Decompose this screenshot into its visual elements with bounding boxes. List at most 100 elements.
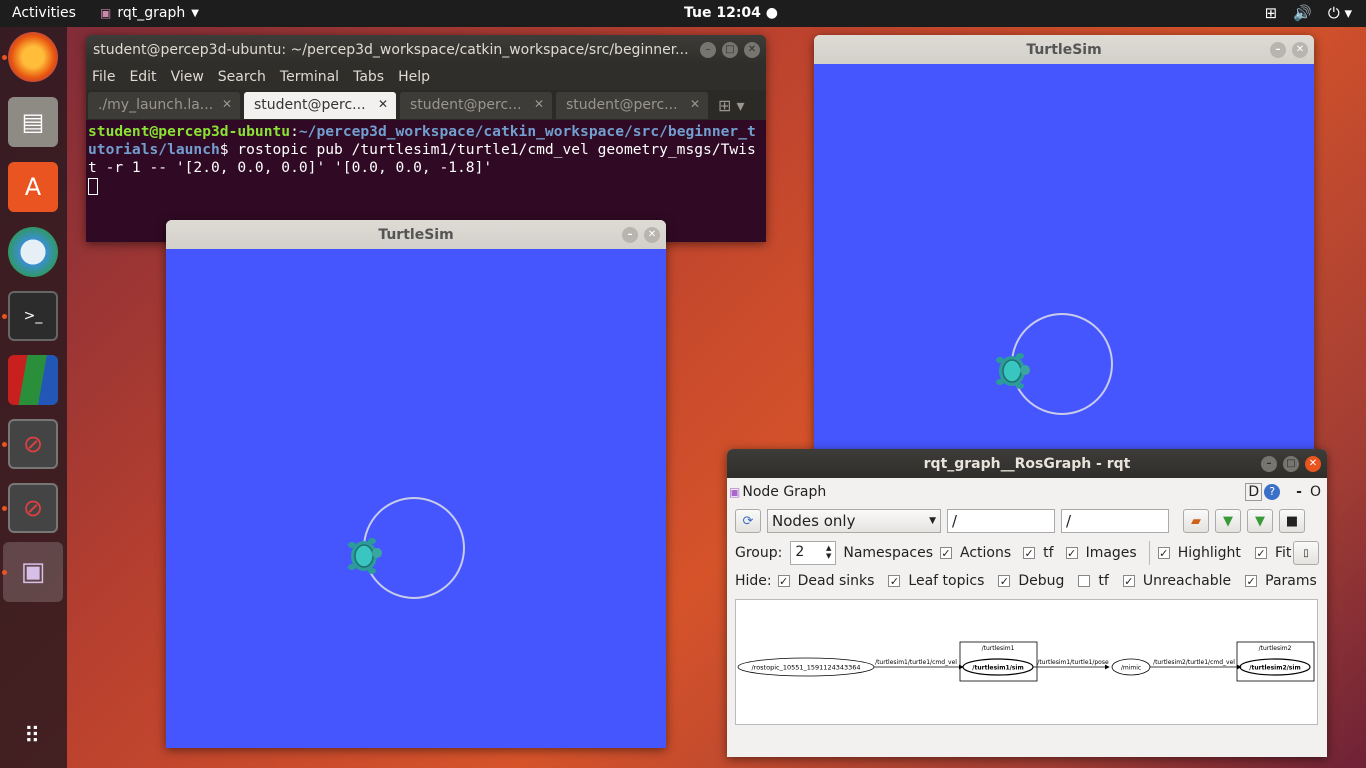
minimize-button[interactable]: – [1270, 42, 1286, 58]
graph-namespace-turtlesim2[interactable]: /turtlesim2 /turtlesim2/sim [1236, 641, 1315, 682]
menu-help[interactable]: Help [398, 69, 430, 85]
group-row: Group: 2 ▲ ▼ Namespaces ✓ Actions ✓ tf ✓ Imag… [735, 541, 1319, 565]
highlight-label: Highlight [1177, 545, 1241, 561]
turtlesim-titlebar[interactable]: TurtleSim – ✕ [814, 35, 1314, 64]
separator [1148, 541, 1150, 565]
terminal-titlebar[interactable]: student@percep3d-ubuntu: ~/percep3d_work… [86, 35, 766, 64]
save-dot-button[interactable]: ▼ [1215, 509, 1241, 533]
save-svg-button[interactable]: ▼ [1247, 509, 1273, 533]
rqt-icon: ▣ [729, 485, 741, 499]
help-icon[interactable]: ? [1264, 484, 1281, 500]
terminal-tabs: ./my_launch.la... ✕ student@perc... ✕ stud… [86, 90, 766, 120]
rqt-titlebar[interactable]: rqt_graph__RosGraph - rqt – □ ✕ [727, 449, 1327, 478]
stripes-icon[interactable] [8, 355, 58, 405]
tf-label: tf [1043, 545, 1054, 561]
minimize-plugin-button[interactable]: - [1296, 484, 1302, 500]
dock-toggle-button[interactable]: D [1245, 483, 1263, 501]
maximize-button[interactable]: □ [722, 42, 738, 58]
software-icon[interactable]: A [8, 162, 58, 212]
tf-checkbox[interactable]: ✓ [1023, 547, 1036, 559]
svg-text:/turtlesim1: /turtlesim1 [982, 645, 1015, 652]
minimize-button[interactable]: – [622, 227, 638, 243]
terminal-tab[interactable]: ./my_launch.la... ✕ [88, 92, 240, 119]
menu-search[interactable]: Search [218, 69, 266, 85]
turtlesim-canvas [166, 249, 666, 748]
dead-sinks-checkbox[interactable]: ✓ [777, 575, 790, 587]
graph-namespace-turtlesim1[interactable]: /turtlesim1 /turtlesim1/sim [959, 641, 1038, 682]
network-icon: ⊞ [1264, 4, 1278, 22]
svg-text:/turtlesim1/sim: /turtlesim1/sim [972, 665, 1023, 672]
rqt-icon[interactable]: ▣ [3, 542, 63, 602]
close-icon[interactable]: ✕ [222, 97, 232, 111]
blocked-icon[interactable]: ⊘ [8, 419, 58, 469]
refresh-button[interactable]: ⟳ [735, 509, 761, 533]
top-bar: Activities ▣ rqt_graph ▼ Tue 12:04 ● ⊞ 🔊 ⏻ ▾ [0, 0, 1366, 27]
running-indicator [2, 506, 7, 511]
svg-text:/turtlesim2/sim: /turtlesim2/sim [1249, 665, 1300, 672]
terminal-icon[interactable]: >_ [8, 291, 58, 341]
minimize-button[interactable]: – [1261, 456, 1277, 472]
load-dot-button[interactable]: ▰ [1183, 509, 1209, 533]
images-label: Images [1085, 545, 1137, 561]
terminal-tab-active[interactable]: student@perc... ✕ [244, 92, 396, 119]
app-menu[interactable]: ▣ rqt_graph ▼ [100, 5, 199, 21]
files-icon[interactable]: ▤ [8, 97, 58, 147]
node-filter-input[interactable]: / [947, 509, 1055, 533]
apps-grid-icon[interactable]: ⠿ [8, 711, 58, 761]
turtlesim-canvas [814, 64, 1314, 455]
hide-row: Hide: ✓ Dead sinks ✓ Leaf topics ✓ Debug tf… [735, 573, 1317, 589]
fit-checkbox[interactable]: ✓ [1254, 547, 1267, 559]
network-app-icon[interactable] [8, 227, 58, 277]
firefox-icon[interactable] [8, 32, 58, 82]
spin-arrows-icon: ▲ ▼ [825, 544, 832, 560]
text-cursor [88, 177, 98, 195]
leaf-topics-checkbox[interactable]: ✓ [888, 575, 901, 587]
menu-edit[interactable]: Edit [129, 69, 156, 85]
maximize-button[interactable]: □ [1283, 456, 1299, 472]
fit-view-button[interactable]: ▯ [1293, 541, 1319, 565]
close-icon[interactable]: ✕ [534, 97, 544, 111]
close-button[interactable]: ✕ [744, 42, 760, 58]
activities-button[interactable]: Activities [12, 5, 76, 21]
graph-node-mimic[interactable]: /mimic [1111, 658, 1151, 676]
menu-file[interactable]: File [92, 69, 115, 85]
debug-checkbox[interactable]: ✓ [998, 575, 1011, 587]
blocked-icon[interactable]: ⊘ [8, 483, 58, 533]
turtlesim-titlebar[interactable]: TurtleSim – ✕ [166, 220, 666, 249]
params-checkbox[interactable]: ✓ [1245, 575, 1258, 587]
group-spinbox[interactable]: 2 ▲ ▼ [790, 541, 837, 565]
close-icon[interactable]: ✕ [378, 97, 388, 111]
highlight-checkbox[interactable]: ✓ [1157, 547, 1170, 559]
clock[interactable]: Tue 12:04 ● [684, 5, 778, 21]
new-tab-icon[interactable]: ⊞ ▾ [718, 96, 745, 120]
menu-tabs[interactable]: Tabs [353, 69, 384, 85]
mode-select[interactable]: Nodes only ▼ [767, 509, 941, 533]
running-indicator [2, 442, 7, 447]
menu-terminal[interactable]: Terminal [280, 69, 339, 85]
unreachable-checkbox[interactable]: ✓ [1122, 575, 1135, 587]
close-button[interactable]: ✕ [1305, 456, 1321, 472]
namespaces-checkbox[interactable]: ✓ [940, 547, 953, 559]
close-plugin-button[interactable]: O [1310, 484, 1321, 500]
graph-node-rostopic[interactable]: /rostopic_10551_1591124343364 [737, 657, 875, 677]
close-button[interactable]: ✕ [644, 227, 660, 243]
system-tray[interactable]: ⊞ 🔊 ⏻ ▾ [1265, 4, 1352, 22]
graph-canvas[interactable]: /rostopic_10551_1591124343364 /turtlesim… [735, 599, 1318, 725]
menu-view[interactable]: View [171, 69, 204, 85]
namespaces-label: Namespaces [843, 545, 934, 561]
rqt-window: rqt_graph__RosGraph - rqt – □ ✕ ▣ Node Gra… [727, 449, 1327, 757]
close-icon[interactable]: ✕ [690, 97, 700, 111]
hide-tf-checkbox[interactable] [1078, 575, 1091, 587]
close-button[interactable]: ✕ [1292, 42, 1308, 58]
images-checkbox[interactable]: ✓ [1065, 547, 1078, 559]
terminal-tab[interactable]: student@perc... ✕ [400, 92, 552, 119]
minimize-button[interactable]: – [700, 42, 716, 58]
rqt-icon: ▣ [100, 6, 112, 20]
edge-label: /turtlesim2/turtle1/cmd_vel [1153, 659, 1235, 666]
turtle-icon [348, 538, 382, 574]
topic-filter-input[interactable]: / [1061, 509, 1169, 533]
save-image-button[interactable]: ■ [1279, 509, 1305, 533]
power-icon: ⏻ ▾ [1327, 4, 1352, 22]
terminal-tab[interactable]: student@perc... ✕ [556, 92, 708, 119]
running-indicator [2, 314, 7, 319]
